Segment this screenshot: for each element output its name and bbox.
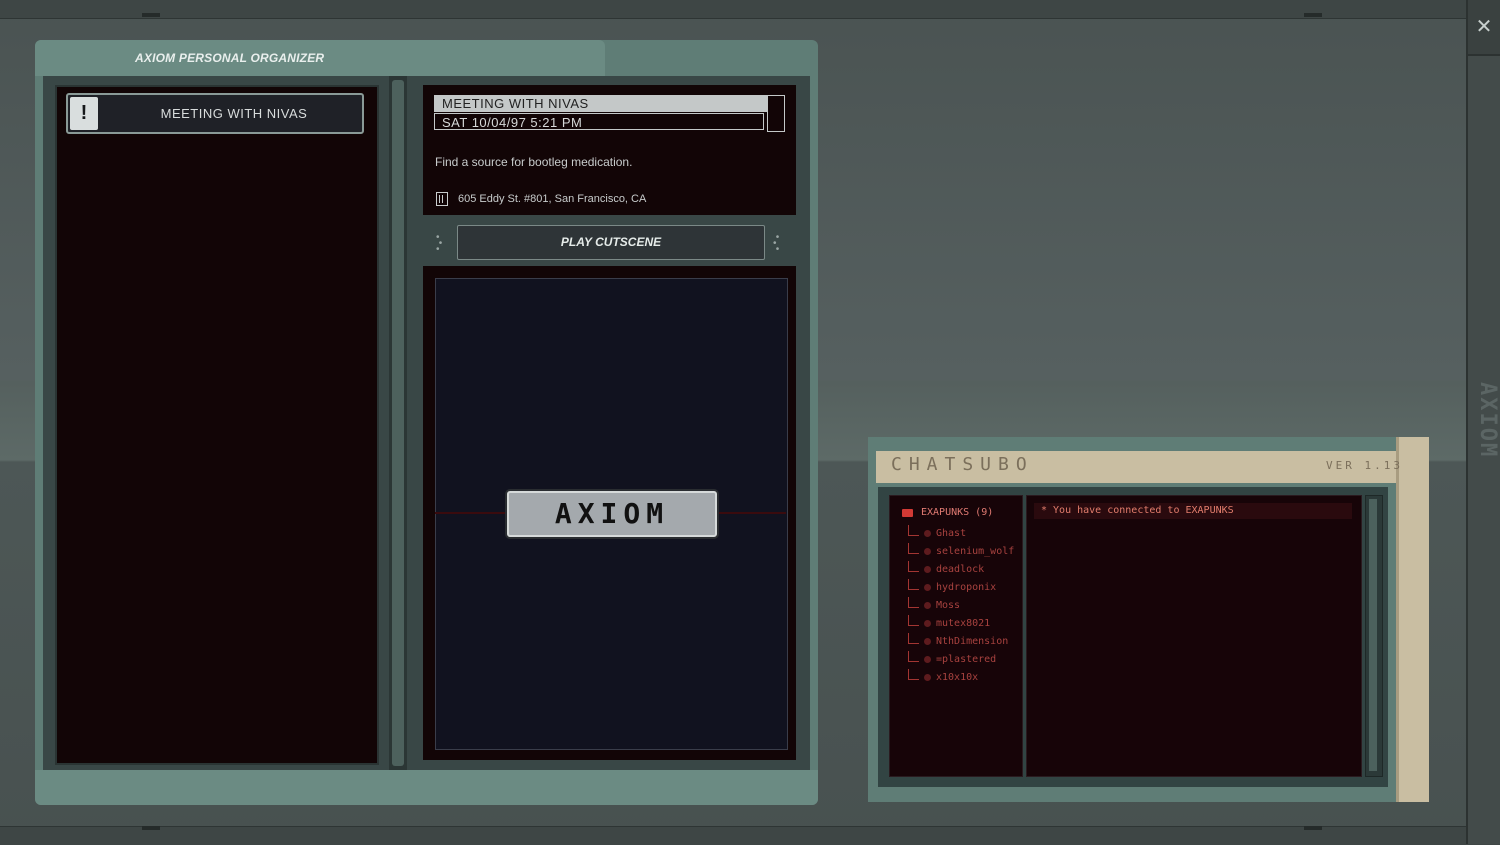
chat-side-panel — [1396, 437, 1429, 802]
user-icon — [924, 566, 931, 573]
tree-branch — [908, 543, 919, 554]
tree-branch — [908, 579, 919, 590]
user-icon — [924, 584, 931, 591]
chat-title: CHATSUBO — [891, 454, 1034, 475]
tree-branch — [908, 633, 919, 644]
axiom-logo: AXIOM — [507, 491, 717, 537]
tree-branch — [908, 615, 919, 626]
user-item[interactable]: hydroponix — [936, 582, 996, 593]
user-icon — [924, 674, 931, 681]
user-item[interactable]: mutex8021 — [936, 618, 990, 629]
play-cutscene-button[interactable]: PLAY CUTSCENE — [457, 225, 765, 260]
detail-datetime: SAT 10/04/97 5:21 PM — [434, 113, 764, 130]
user-icon — [924, 656, 931, 663]
detail-title: MEETING WITH NIVAS — [434, 95, 772, 112]
bottom-notch-left — [142, 826, 160, 830]
tree-branch — [908, 651, 919, 662]
user-icon — [924, 638, 931, 645]
top-bar — [0, 0, 1466, 19]
alert-icon: ! — [70, 97, 98, 130]
user-icon — [924, 620, 931, 627]
user-item[interactable]: deadlock — [936, 564, 984, 575]
organizer-title-bar[interactable]: AXIOM PERSONAL ORGANIZER — [35, 40, 605, 76]
detail-address: 605 Eddy St. #801, San Francisco, CA — [458, 193, 647, 205]
user-item[interactable]: Ghast — [936, 528, 966, 539]
organizer-title: AXIOM PERSONAL ORGANIZER — [135, 51, 325, 65]
task-label: MEETING WITH NIVAS — [160, 106, 308, 121]
user-item[interactable]: x10x10x — [936, 672, 978, 683]
message-area — [1026, 495, 1362, 777]
bottom-bar — [0, 826, 1466, 845]
side-brand-label: AXIOM — [1475, 381, 1500, 459]
folder-icon — [902, 509, 913, 517]
chat-scrollbar-thumb[interactable] — [1369, 499, 1377, 771]
pane-divider-handle[interactable] — [392, 80, 404, 766]
chat-window: CHATSUBO VER 1.13 EXAPUNKS (9) Ghast sel… — [868, 437, 1429, 802]
user-item[interactable]: NthDimension — [936, 636, 1008, 647]
user-icon — [924, 602, 931, 609]
bottom-notch-right — [1304, 826, 1322, 830]
channel-name[interactable]: EXAPUNKS (9) — [921, 507, 993, 518]
user-item[interactable]: Moss — [936, 600, 960, 611]
chat-version: VER 1.13 — [1326, 459, 1403, 472]
detail-description: Find a source for bootleg medication. — [435, 155, 633, 169]
tree-branch — [908, 669, 919, 680]
decor-dots-icon: • • • — [436, 232, 443, 255]
building-icon — [436, 192, 448, 206]
user-item[interactable]: =plastered — [936, 654, 996, 665]
close-icon[interactable]: ✕ — [1468, 0, 1500, 56]
detail-side-button[interactable] — [767, 95, 785, 132]
user-icon — [924, 548, 931, 555]
tree-branch — [908, 525, 919, 536]
top-notch-right — [1304, 13, 1322, 17]
organizer-bottom-bar — [35, 770, 818, 805]
tree-branch — [908, 561, 919, 572]
decor-dots-icon: • • • — [773, 232, 780, 255]
task-item[interactable]: ! MEETING WITH NIVAS — [66, 93, 364, 134]
organizer-window: AXIOM PERSONAL ORGANIZER ! MEETING WITH … — [35, 40, 818, 805]
user-item[interactable]: selenium_wolf — [936, 546, 1014, 557]
user-icon — [924, 530, 931, 537]
task-list — [55, 85, 379, 765]
top-notch-left — [142, 13, 160, 17]
tree-branch — [908, 597, 919, 608]
system-message: * You have connected to EXAPUNKS — [1034, 503, 1352, 519]
